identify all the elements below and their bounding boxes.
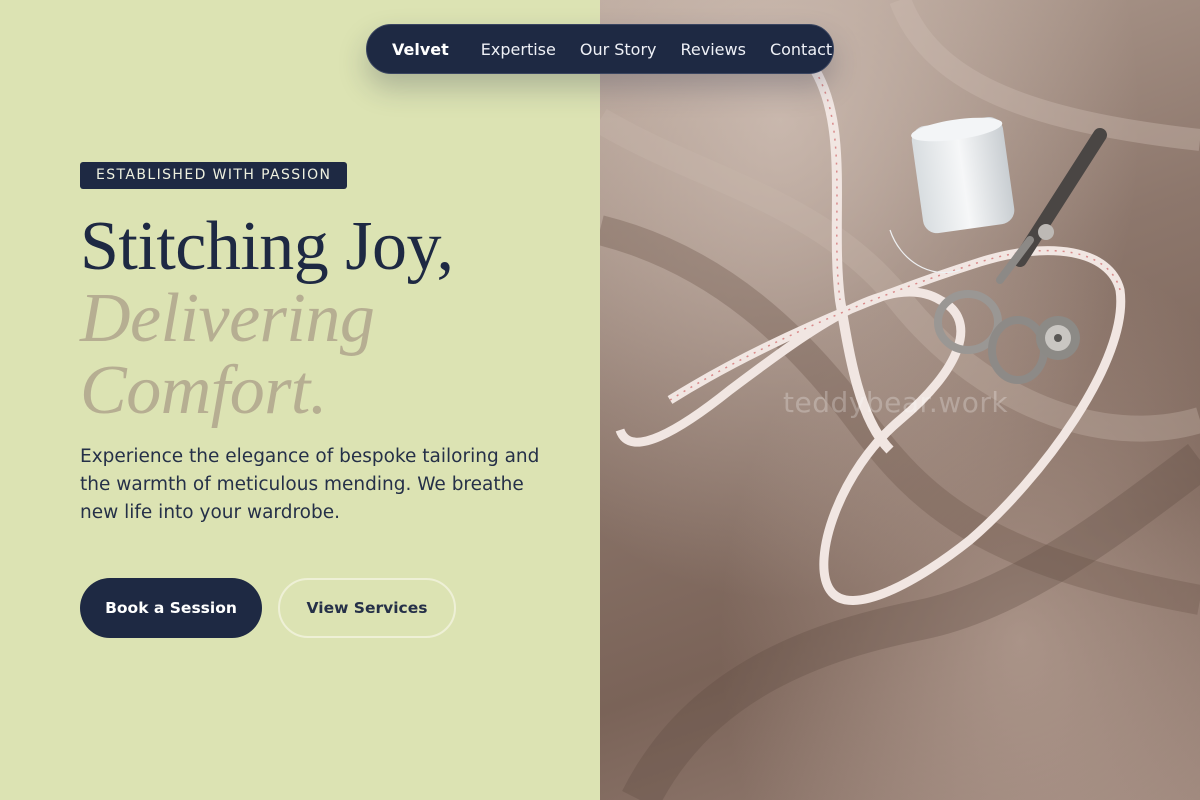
image-watermark: teddybear.work bbox=[783, 386, 1009, 419]
book-session-button[interactable]: Book a Session bbox=[80, 578, 262, 638]
headline-line-2: Delivering bbox=[80, 280, 375, 357]
nav-link-our-story[interactable]: Our Story bbox=[580, 40, 657, 59]
top-navigation: Velvet Expertise Our Story Reviews Conta… bbox=[366, 24, 834, 74]
headline-line-3: Comfort. bbox=[80, 352, 327, 429]
hero-actions: Book a Session View Services bbox=[80, 578, 456, 638]
headline-line-1: Stitching Joy, bbox=[80, 208, 454, 285]
nav-link-contact[interactable]: Contact bbox=[770, 40, 832, 59]
hero-headline: Stitching Joy, Delivering Comfort. bbox=[80, 211, 540, 427]
hero-description: Experience the elegance of bespoke tailo… bbox=[80, 446, 540, 523]
established-badge: ESTABLISHED WITH PASSION bbox=[80, 162, 348, 189]
hero-image: teddybear.work bbox=[600, 0, 1200, 800]
nav-link-reviews[interactable]: Reviews bbox=[681, 40, 746, 59]
brand-logo[interactable]: Velvet bbox=[392, 40, 449, 59]
view-services-button[interactable]: View Services bbox=[278, 578, 456, 638]
hero-section: ESTABLISHED WITH PASSION Stitching Joy, … bbox=[80, 162, 540, 527]
nav-link-expertise[interactable]: Expertise bbox=[481, 40, 556, 59]
